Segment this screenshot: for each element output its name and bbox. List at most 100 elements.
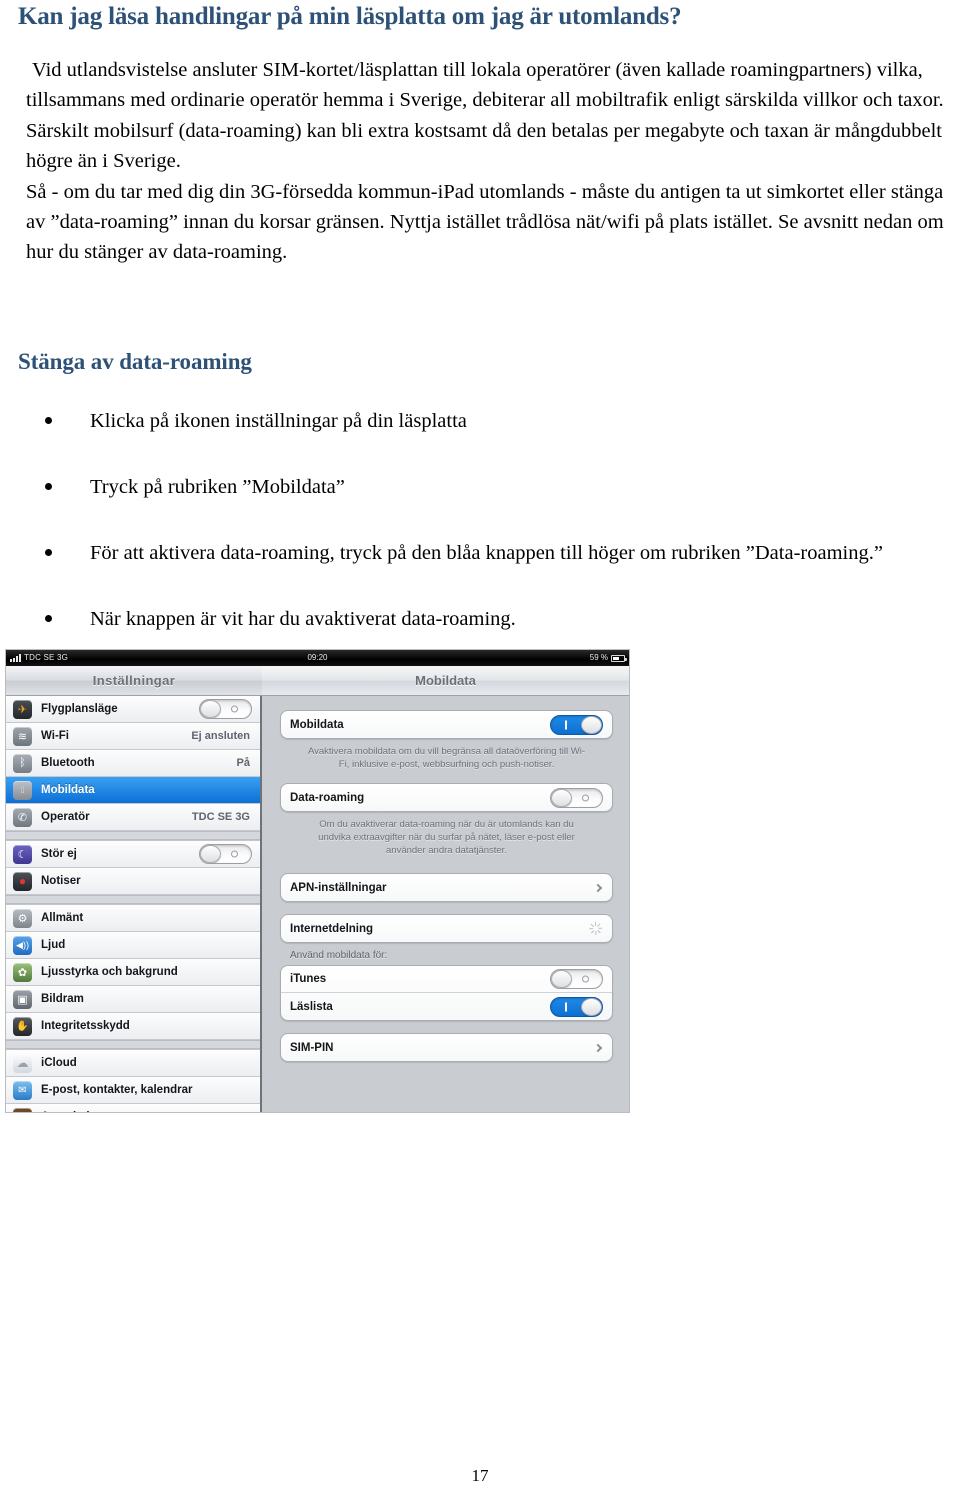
sidebar-item-label: Flygplansläge — [41, 703, 118, 715]
internet-tethering-row[interactable]: Internetdelning — [281, 915, 612, 942]
sidebar-item-privacy[interactable]: ✋ Integritetsskydd — [6, 1013, 260, 1040]
icloud-icon: ☁ — [13, 1053, 32, 1073]
sidebar-item-bluetooth[interactable]: ᛒ Bluetooth På — [6, 750, 260, 777]
sidebar-item-brightness-wallpaper[interactable]: ✿ Ljusstyrka och bakgrund — [6, 959, 260, 986]
section-title: Stänga av data-roaming — [18, 349, 252, 374]
reading-list-toggle[interactable] — [550, 996, 603, 1017]
battery-percent-label: 59 % — [589, 653, 608, 662]
data-roaming-row-label: Data-roaming — [290, 791, 365, 804]
document-page: Kan jag läsa handlingar på min läsplatta… — [0, 0, 960, 1510]
sim-pin-card: SIM-PIN — [280, 1033, 613, 1062]
sidebar-divider — [6, 831, 260, 840]
sim-pin-label: SIM-PIN — [290, 1041, 334, 1054]
data-roaming-hint-text: Om du avaktiverar data-roaming när du är… — [318, 819, 575, 856]
sidebar-item-sounds[interactable]: ◀)) Ljud — [6, 932, 260, 959]
sidebar-item-label: Ljusstyrka och bakgrund — [41, 966, 178, 978]
reading-list-row-accessory — [550, 996, 603, 1017]
cellular-icon: ⦙⦙ — [13, 780, 32, 800]
status-bar: TDC SE 3G 09:20 59 % — [6, 650, 629, 666]
bluetooth-status-value: På — [236, 757, 250, 769]
sidebar-item-mobildata[interactable]: ⦙⦙ Mobildata — [6, 777, 260, 804]
intro-paragraph-3: Så - om du tar med dig din 3G-försedda k… — [26, 180, 944, 264]
use-cellular-card: iTunes Läslista — [280, 965, 613, 1021]
itunes-row[interactable]: iTunes — [281, 966, 612, 993]
wifi-status-value: Ej ansluten — [191, 730, 250, 742]
bullet-icon — [45, 549, 52, 556]
mobildata-row-accessory — [550, 714, 603, 735]
sidebar-item-general[interactable]: ⚙ Allmänt — [6, 905, 260, 932]
brightness-wallpaper-icon: ✿ — [13, 962, 32, 982]
ipad-settings-screenshot: TDC SE 3G 09:20 59 % Inställningar Mobil… — [5, 649, 630, 1113]
bluetooth-icon: ᛒ — [13, 753, 32, 773]
sim-pin-row-accessory — [593, 1043, 603, 1052]
mobildata-toggle[interactable] — [550, 714, 603, 735]
apn-card: APN-inställningar — [280, 873, 613, 902]
list-item-label: Tryck på rubriken ”Mobildata” — [90, 476, 345, 498]
apn-settings-label: APN-inställningar — [290, 881, 387, 894]
reading-list-row[interactable]: Läslista — [281, 993, 612, 1020]
sidebar-group-general: ⚙ Allmänt ◀)) Ljud ✿ Ljusstyrka och bakg… — [6, 904, 260, 1040]
list-item: Tryck på rubriken ”Mobildata” — [0, 472, 960, 502]
list-item-label: När knappen är vit har du avaktiverat da… — [90, 608, 516, 630]
activity-spinner-icon — [588, 922, 602, 935]
mail-icon: ✉ — [13, 1080, 32, 1100]
mobildata-row[interactable]: Mobildata — [281, 711, 612, 738]
wifi-icon: ≋ — [13, 726, 32, 746]
sidebar-item-label: iCloud — [41, 1057, 77, 1069]
sidebar-item-label: Bildram — [41, 993, 84, 1005]
sidebar-item-label: Notiser — [41, 875, 81, 887]
sidebar-item-airplane-mode[interactable]: ✈ Flygplansläge — [6, 696, 260, 723]
internet-tethering-label: Internetdelning — [290, 922, 374, 935]
sidebar-item-label: Wi-Fi — [41, 730, 69, 742]
sidebar-item-icloud[interactable]: ☁ iCloud — [6, 1050, 260, 1077]
notes-icon — [13, 1107, 32, 1112]
sidebar-item-notifications[interactable]: ● Notiser — [6, 868, 260, 895]
intro-paragraph-2: Särskilt mobilsurf (data-roaming) kan bl… — [26, 119, 942, 173]
itunes-row-label: iTunes — [290, 973, 327, 985]
intro-text-block: Vid utlandsvistelse ansluter SIM-kortet/… — [26, 55, 944, 268]
steps-list: Klicka på ikonen inställningar på din lä… — [0, 406, 960, 634]
settings-sidebar[interactable]: ✈ Flygplansläge ≋ Wi-Fi Ej ansluten ᛒ Bl… — [6, 696, 262, 1112]
airplane-mode-toggle[interactable] — [199, 699, 252, 719]
data-roaming-toggle[interactable] — [550, 787, 603, 808]
sidebar-item-label: Operatör — [41, 811, 90, 823]
tethering-card: Internetdelning — [280, 914, 613, 943]
detail-nav-title: Mobildata — [262, 666, 629, 696]
itunes-toggle[interactable] — [550, 969, 603, 989]
do-not-disturb-toggle[interactable] — [199, 844, 252, 864]
bullet-icon — [45, 483, 52, 490]
operator-value: TDC SE 3G — [191, 811, 250, 823]
sidebar-divider — [6, 1040, 260, 1049]
sidebar-group-connectivity: ✈ Flygplansläge ≋ Wi-Fi Ej ansluten ᛒ Bl… — [6, 696, 260, 831]
mobildata-detail-pane: Mobildata Avaktivera mobildata om du vil… — [264, 696, 629, 1112]
data-roaming-row-accessory — [550, 787, 603, 808]
sidebar-item-label: Integritetsskydd — [41, 1020, 130, 1032]
sidebar-item-notes[interactable]: Anteckningar — [6, 1104, 260, 1112]
list-item-label: För att aktivera data-roaming, tryck på … — [90, 542, 883, 564]
notifications-icon: ● — [13, 871, 32, 891]
sidebar-item-wifi[interactable]: ≋ Wi-Fi Ej ansluten — [6, 723, 260, 750]
airplane-icon: ✈ — [13, 699, 32, 719]
sidebar-item-operator[interactable]: ✆ Operatör TDC SE 3G — [6, 804, 260, 831]
tethering-row-accessory — [588, 922, 603, 935]
privacy-hand-icon: ✋ — [13, 1016, 32, 1036]
itunes-row-accessory — [550, 969, 603, 989]
sim-pin-row[interactable]: SIM-PIN — [281, 1034, 612, 1061]
sidebar-group-notifications: ☾ Stör ej ● Notiser — [6, 840, 260, 895]
data-roaming-row[interactable]: Data-roaming — [281, 784, 612, 811]
moon-icon: ☾ — [13, 844, 32, 864]
sidebar-item-label: Bluetooth — [41, 757, 95, 769]
sidebar-item-do-not-disturb[interactable]: ☾ Stör ej — [6, 841, 260, 868]
data-roaming-card: Data-roaming — [280, 783, 613, 812]
apn-settings-row[interactable]: APN-inställningar — [281, 874, 612, 901]
page-number: 17 — [471, 1466, 489, 1485]
use-cellular-group-label: Använd mobildata för: — [290, 950, 388, 961]
sidebar-item-picture-frame[interactable]: ▣ Bildram — [6, 986, 260, 1013]
chevron-right-icon — [593, 883, 603, 892]
picture-frame-icon: ▣ — [13, 989, 32, 1009]
battery-icon — [611, 654, 627, 662]
sidebar-item-mail-contacts-calendars[interactable]: ✉ E-post, kontakter, kalendrar — [6, 1077, 260, 1104]
sidebar-item-label: Anteckningar — [41, 1111, 252, 1112]
bullet-icon — [45, 615, 52, 622]
sidebar-item-label: Allmänt — [41, 912, 84, 924]
